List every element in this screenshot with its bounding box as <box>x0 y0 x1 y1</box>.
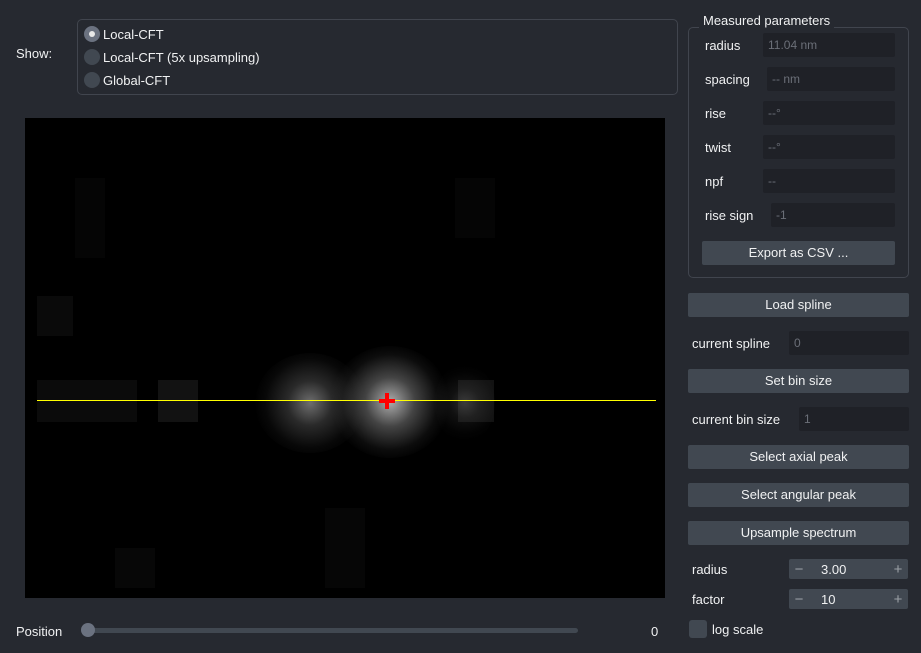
upsample-spectrum-button[interactable]: Upsample spectrum <box>688 521 909 545</box>
export-csv-button[interactable]: Export as CSV ... <box>702 241 895 265</box>
set-bin-size-button[interactable]: Set bin size <box>688 369 909 393</box>
radio-label: Global-CFT <box>103 72 171 88</box>
radius-label: radius <box>692 562 728 577</box>
param-field-twist[interactable]: --° <box>763 135 895 159</box>
current-bin-size-field[interactable]: 1 <box>799 407 909 431</box>
factor-value[interactable]: 10 <box>809 592 888 607</box>
param-field-npf[interactable]: -- <box>763 169 895 193</box>
position-slider-handle[interactable] <box>81 623 95 637</box>
radio-label: Local-CFT <box>103 26 164 42</box>
param-label-npf: npf <box>705 174 724 189</box>
param-label-rise-sign: rise sign <box>705 208 754 223</box>
current-spline-field[interactable]: 0 <box>789 331 909 355</box>
param-field-spacing[interactable]: -- nm <box>767 67 895 91</box>
show-radio-group: Local-CFT Local-CFT (5x upsampling) Glob… <box>77 19 678 95</box>
param-field-radius[interactable]: 11.04 nm <box>763 33 895 57</box>
radio-local-cft[interactable]: Local-CFT <box>84 26 164 42</box>
radio-unchecked-icon[interactable] <box>84 72 100 88</box>
position-label: Position <box>16 624 63 639</box>
current-spline-label: current spline <box>692 336 771 351</box>
radius-stepper[interactable]: − 3.00 + <box>789 559 908 579</box>
param-label-rise: rise <box>705 106 726 121</box>
select-axial-peak-button[interactable]: Select axial peak <box>688 445 909 469</box>
radio-checked-icon[interactable] <box>84 26 100 42</box>
param-label-spacing: spacing <box>705 72 750 87</box>
radio-local-cft-upsampling[interactable]: Local-CFT (5x upsampling) <box>84 49 260 65</box>
spectrum-patch <box>325 508 365 588</box>
position-value: 0 <box>651 624 659 639</box>
spectrum-patch <box>37 380 137 422</box>
param-label-radius: radius <box>705 38 741 53</box>
plus-icon[interactable]: + <box>888 561 908 578</box>
spectrum-peak <box>435 363 495 443</box>
minus-icon[interactable]: − <box>789 591 809 608</box>
log-scale-label: log scale <box>712 622 764 637</box>
show-label: Show: <box>16 46 53 61</box>
spectrum-patch <box>115 548 155 588</box>
param-label-twist: twist <box>705 140 731 155</box>
param-field-rise-sign[interactable]: -1 <box>771 203 895 227</box>
param-field-rise[interactable]: --° <box>763 101 895 125</box>
axial-line <box>37 400 656 401</box>
spectrum-patch <box>158 380 198 422</box>
plus-icon[interactable]: + <box>888 591 908 608</box>
factor-label: factor <box>692 592 725 607</box>
radio-unchecked-icon[interactable] <box>84 49 100 65</box>
log-scale-checkbox[interactable] <box>689 620 707 638</box>
spectrum-patch <box>37 296 73 336</box>
measured-parameters-title: Measured parameters <box>699 13 835 28</box>
radio-global-cft[interactable]: Global-CFT <box>84 72 170 88</box>
radius-value[interactable]: 3.00 <box>809 562 888 577</box>
position-slider-track[interactable] <box>88 628 578 633</box>
spectrum-patch <box>75 178 105 258</box>
current-bin-size-label: current bin size <box>692 412 781 427</box>
spectrum-canvas[interactable] <box>25 118 665 598</box>
radio-label: Local-CFT (5x upsampling) <box>103 49 260 65</box>
load-spline-button[interactable]: Load spline <box>688 293 909 317</box>
factor-stepper[interactable]: − 10 + <box>789 589 908 609</box>
select-angular-peak-button[interactable]: Select angular peak <box>688 483 909 507</box>
spectrum-patch <box>455 178 495 238</box>
peak-marker-icon <box>385 393 389 409</box>
minus-icon[interactable]: − <box>789 561 809 578</box>
